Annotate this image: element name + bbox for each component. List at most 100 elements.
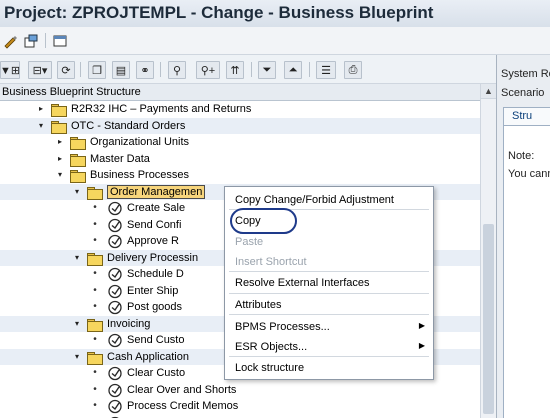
tree-node[interactable]: ▸ Organizational Units [0, 134, 480, 151]
toolbar-separator [251, 62, 252, 77]
tree-node-label[interactable]: Schedule D [127, 268, 184, 280]
collapse-icon[interactable]: ⊟▾ [28, 61, 52, 79]
tree-node[interactable]: ▸ Master Data [0, 151, 480, 168]
folder-icon [70, 170, 86, 183]
paste-icon[interactable]: ▤ [112, 61, 130, 79]
tree-node-label[interactable]: Invoicing [107, 318, 150, 330]
details-icon[interactable]: ☰ [316, 61, 336, 79]
title-bar: Project: ZPROJTEMPL - Change - Business … [0, 0, 550, 27]
layout-icon[interactable] [51, 32, 69, 50]
process-step-icon [107, 201, 123, 216]
level-up-icon[interactable]: ⇈ [226, 61, 244, 79]
tab-structure[interactable]: Stru [503, 107, 550, 125]
folder-icon [70, 137, 86, 150]
tree-node[interactable]: ▾ Business Processes [0, 167, 480, 184]
tree-node-label[interactable]: Business Processes [90, 169, 189, 181]
process-step-icon [107, 267, 123, 282]
menu-item-copy-change-forbid[interactable]: Copy Change/Forbid Adjustment [225, 191, 433, 209]
tree-node[interactable]: ▸ R2R32 IHC – Payments and Returns [0, 101, 480, 118]
print-icon[interactable]: ⎙ [344, 61, 362, 79]
menu-item-resolve-interfaces[interactable]: Resolve External Interfaces [225, 274, 433, 292]
copy-icon[interactable]: ❐ [88, 61, 106, 79]
tree-node-label[interactable]: OTC - Standard Orders [71, 120, 185, 132]
process-step-icon [107, 366, 123, 381]
tree-node[interactable]: •Process Debit Memos [0, 415, 480, 418]
toolbar-separator [309, 62, 310, 77]
expanded-node-toggle[interactable]: ▾ [36, 121, 46, 131]
tree-node[interactable]: ▾ OTC - Standard Orders [0, 117, 480, 134]
menu-item-label: BPMS Processes... [235, 321, 330, 333]
folder-icon [87, 186, 103, 200]
folder-icon [87, 318, 103, 332]
tree-node[interactable]: • Process Credit Memos [0, 398, 480, 415]
expanded-node-toggle[interactable]: ▾ [72, 319, 82, 329]
tree-node-label[interactable]: Clear Custo [127, 367, 185, 379]
leaf-bullet: • [93, 334, 97, 345]
leaf-bullet: • [93, 367, 97, 378]
note-text: You cann [508, 168, 550, 180]
folder-icon [70, 153, 86, 167]
tree-node-label[interactable]: Enter Ship [127, 285, 178, 297]
expanded-node-toggle[interactable]: ▾ [72, 187, 82, 197]
change-display-icon[interactable] [2, 32, 20, 50]
folder-icon [87, 351, 103, 365]
collapsed-node-toggle[interactable]: ▸ [55, 137, 65, 147]
menu-item-lock-structure[interactable]: Lock structure [225, 359, 433, 377]
leaf-bullet: • [93, 301, 97, 312]
scenario-label: Scenario [501, 87, 545, 99]
menu-item-attributes[interactable]: Attributes [225, 296, 433, 314]
menu-item-label: Insert Shortcut [235, 256, 307, 268]
tree-node-label[interactable]: Create Sale [127, 202, 185, 214]
tree-node-label[interactable]: Send Confi [127, 219, 181, 231]
process-step-icon [107, 333, 123, 348]
menu-item-paste: Paste [225, 233, 433, 251]
menu-item-label: Resolve External Interfaces [235, 277, 370, 289]
process-step-icon [107, 383, 123, 398]
scroll-up-icon[interactable]: ▲ [481, 84, 496, 99]
leaf-bullet: • [93, 235, 97, 246]
tab-content: Note: You cann [503, 125, 550, 418]
find-icon[interactable]: ⚲ [168, 61, 186, 79]
tree-header: Business Blueprint Structure [0, 84, 480, 101]
tree-node-label[interactable]: Delivery Processin [107, 252, 198, 264]
move-up-icon[interactable]: ⏶ [284, 61, 302, 79]
context-menu: Copy Change/Forbid Adjustment Copy Paste In… [224, 186, 434, 380]
collapsed-node-toggle[interactable]: ▸ [55, 154, 65, 164]
submenu-arrow-icon: ▶ [418, 321, 425, 330]
detail-panel: System Ro Scenario Stru Note: You cann [496, 55, 550, 418]
expand-all-icon[interactable]: ▼⊞ [0, 61, 20, 79]
leaf-bullet: • [93, 400, 97, 411]
expanded-node-toggle[interactable]: ▾ [72, 352, 82, 362]
link-icon[interactable]: ⚭ [136, 61, 154, 79]
tree-node-label[interactable]: Post goods [127, 301, 182, 313]
expanded-node-toggle[interactable]: ▾ [55, 170, 65, 180]
tree-node-label[interactable]: Approve R [127, 235, 179, 247]
selected-node-label[interactable]: Order Managemen [107, 184, 206, 199]
menu-item-esr-objects[interactable]: ESR Objects... ▶ [225, 338, 433, 356]
tree-scrollbar[interactable]: ▲ [480, 84, 496, 418]
find-next-icon[interactable]: ⚲+ [196, 61, 220, 79]
collapsed-node-toggle[interactable]: ▸ [36, 104, 46, 114]
note-label: Note: [508, 150, 535, 162]
folder-icon [87, 252, 103, 266]
menu-item-label: Lock structure [235, 362, 305, 374]
menu-item-bpms-processes[interactable]: BPMS Processes... ▶ [225, 318, 433, 336]
scrollbar-thumb[interactable] [483, 224, 494, 414]
tree-node-label[interactable]: Send Custo [127, 334, 184, 346]
folder-icon [51, 104, 67, 117]
expanded-node-toggle[interactable]: ▾ [72, 253, 82, 263]
menu-item-label: Paste [235, 236, 264, 248]
tree-node-label[interactable]: Master Data [90, 153, 150, 165]
process-step-icon [107, 284, 123, 299]
move-down-icon[interactable]: ⏷ [258, 61, 276, 79]
tree-node[interactable]: • Clear Over and Shorts [0, 382, 480, 399]
tab-structure-label: Stru [512, 110, 533, 122]
object-icon[interactable] [22, 32, 40, 50]
leaf-bullet: • [93, 202, 97, 213]
tree-node-label[interactable]: Clear Over and Shorts [127, 384, 236, 396]
tree-node-label[interactable]: Organizational Units [90, 136, 189, 148]
tree-node-label[interactable]: Process Credit Memos [127, 400, 238, 412]
refresh-icon[interactable]: ⟳ [57, 61, 75, 79]
tree-node-label[interactable]: Cash Application [107, 351, 189, 363]
tree-node-label[interactable]: R2R32 IHC – Payments and Returns [71, 103, 251, 115]
